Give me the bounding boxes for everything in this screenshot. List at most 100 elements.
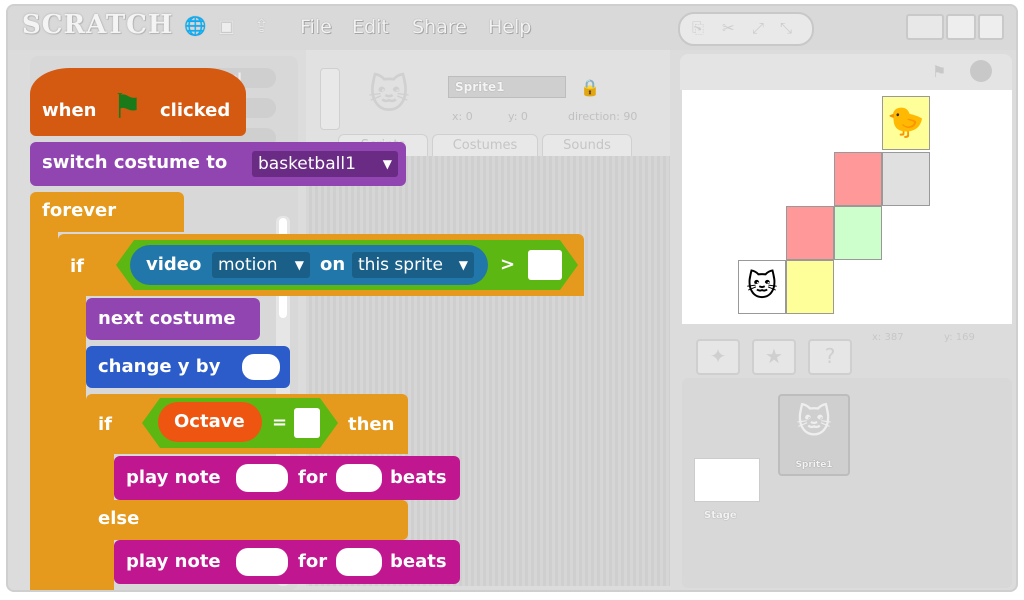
play-note-label: play note: [126, 467, 221, 488]
paint-new-sprite-icon[interactable]: ✦: [696, 339, 740, 375]
chevron-down-icon: ▼: [294, 258, 304, 272]
sprite-tools: ⎘ ✂ ⤢ ⤡: [678, 12, 814, 46]
tab-costumes[interactable]: Costumes: [432, 134, 538, 158]
stage-tile: [786, 206, 834, 260]
sprite1-thumbnail[interactable]: 🐱 Sprite1: [778, 394, 850, 476]
chevron-down-icon: ▼: [382, 157, 392, 171]
green-flag-icon: ⚑: [112, 87, 143, 127]
stage-tile: [834, 152, 882, 206]
rotation-style-buttons[interactable]: [320, 68, 340, 130]
green-flag-icon[interactable]: ⚑: [932, 62, 946, 81]
else-label: else: [98, 508, 140, 529]
gt-value-input[interactable]: [528, 250, 562, 280]
sprite-direction: direction: 90: [568, 110, 638, 123]
change-y-block[interactable]: change y by: [86, 346, 290, 388]
scratch-window: SCRATCH 🌐 ▣ ⇪ File Edit Share Help ⎘ ✂ ⤢…: [6, 4, 1018, 592]
sprite-x: x: 0: [452, 110, 473, 123]
costume-dropdown[interactable]: basketball1 ▼: [252, 151, 398, 177]
stop-sign-icon[interactable]: [970, 60, 992, 82]
play-note-block-2[interactable]: play note for beats: [114, 540, 460, 584]
stage-label: Stage: [704, 510, 737, 521]
language-globe-icon[interactable]: 🌐: [184, 16, 206, 37]
menu-file[interactable]: File: [300, 16, 332, 38]
bird-sprite-icon[interactable]: 🐤: [883, 97, 929, 149]
stage-tile: 🐤: [882, 96, 930, 150]
grow-icon[interactable]: ⤢: [752, 19, 764, 37]
beats-label: beats: [390, 467, 447, 488]
scratch-logo: SCRATCH: [22, 10, 174, 40]
video-target-dropdown[interactable]: this sprite ▼: [352, 252, 474, 278]
if-label: if: [98, 414, 113, 435]
cat-sprite-icon[interactable]: 🐱: [739, 261, 785, 313]
share-upload-icon[interactable]: ⇪: [254, 16, 274, 37]
switch-costume-label: switch costume to: [42, 152, 228, 173]
stage-tile: [786, 260, 834, 314]
change-y-label: change y by: [98, 356, 221, 377]
eq-label: =: [272, 412, 288, 433]
small-stage-mode-button[interactable]: [906, 14, 944, 40]
octave-label: Octave: [174, 411, 245, 432]
sprite-y: y: 0: [508, 110, 528, 123]
lock-icon[interactable]: 🔒: [580, 78, 600, 97]
video-attribute-value: motion: [218, 255, 278, 275]
beats-input[interactable]: [336, 464, 382, 492]
forever-block[interactable]: forever: [30, 192, 184, 232]
else-section: else: [86, 500, 408, 540]
beats-input[interactable]: [336, 548, 382, 576]
video-label: video: [146, 254, 202, 275]
stage-header: ⚑: [680, 54, 1012, 90]
for-label: for: [298, 551, 328, 572]
tab-sounds[interactable]: Sounds: [542, 134, 632, 158]
duplicate-stamp-icon[interactable]: ⎘: [692, 19, 704, 37]
on-label: on: [320, 254, 346, 275]
change-y-input[interactable]: [242, 354, 280, 380]
stage-thumbnail[interactable]: [694, 458, 760, 502]
hat-when-label: when: [42, 100, 97, 121]
chevron-down-icon: ▼: [458, 258, 468, 272]
menu-help[interactable]: Help: [488, 16, 531, 38]
menu-bar: SCRATCH 🌐 ▣ ⇪ File Edit Share Help ⎘ ✂ ⤢…: [8, 6, 1016, 50]
presentation-mode-button[interactable]: [978, 14, 1004, 40]
stage-tile: 🐱: [738, 260, 786, 314]
delete-scissors-icon[interactable]: ✂: [722, 19, 735, 37]
video-attribute-dropdown[interactable]: motion ▼: [212, 252, 310, 278]
mouse-x-readout: x: 387: [872, 332, 904, 343]
costume-value: basketball1: [258, 154, 356, 174]
beats-label: beats: [390, 551, 447, 572]
play-note-label: play note: [126, 551, 221, 572]
then-label: then: [348, 414, 395, 435]
when-flag-clicked-hat-block[interactable]: when ⚑ clicked: [30, 68, 246, 136]
note-input[interactable]: [236, 464, 288, 492]
menu-share[interactable]: Share: [412, 16, 467, 38]
video-sensing-reporter[interactable]: video motion ▼ on this sprite ▼: [130, 245, 488, 285]
choose-sprite-file-icon[interactable]: ★: [752, 339, 796, 375]
cat-thumbnail-icon: 🐱: [796, 402, 832, 442]
next-costume-block[interactable]: next costume: [86, 298, 260, 340]
note-input[interactable]: [236, 548, 288, 576]
octave-variable-reporter[interactable]: Octave: [158, 402, 262, 442]
forever-label: forever: [42, 200, 117, 221]
forever-arm: [30, 232, 58, 590]
hat-clicked-label: clicked: [160, 100, 231, 121]
stage-tile: [834, 206, 882, 260]
next-costume-label: next costume: [98, 308, 236, 329]
if-video-arm: [58, 296, 86, 590]
random-sprite-icon[interactable]: ?: [808, 339, 852, 375]
normal-stage-mode-button[interactable]: [946, 14, 976, 40]
eq-value-input[interactable]: [294, 408, 320, 438]
save-icon[interactable]: ▣: [218, 16, 238, 37]
switch-costume-block[interactable]: switch costume to basketball1 ▼: [30, 142, 406, 186]
if-label: if: [70, 256, 85, 277]
for-label: for: [298, 467, 328, 488]
mouse-y-readout: y: 169: [944, 332, 975, 343]
video-target-value: this sprite: [358, 255, 443, 275]
sprite1-label: Sprite1: [795, 460, 833, 470]
menu-edit[interactable]: Edit: [352, 16, 389, 38]
stage-tile: [882, 152, 930, 206]
sprite-name-field[interactable]: Sprite1: [448, 76, 566, 98]
play-note-block-1[interactable]: play note for beats: [114, 456, 460, 500]
shrink-icon[interactable]: ⤡: [780, 19, 792, 37]
gt-label: >: [500, 254, 516, 275]
stage[interactable]: 🐱 🐤: [682, 90, 1012, 324]
sprite-thumbnail-cat-icon: 🐱: [368, 72, 410, 118]
